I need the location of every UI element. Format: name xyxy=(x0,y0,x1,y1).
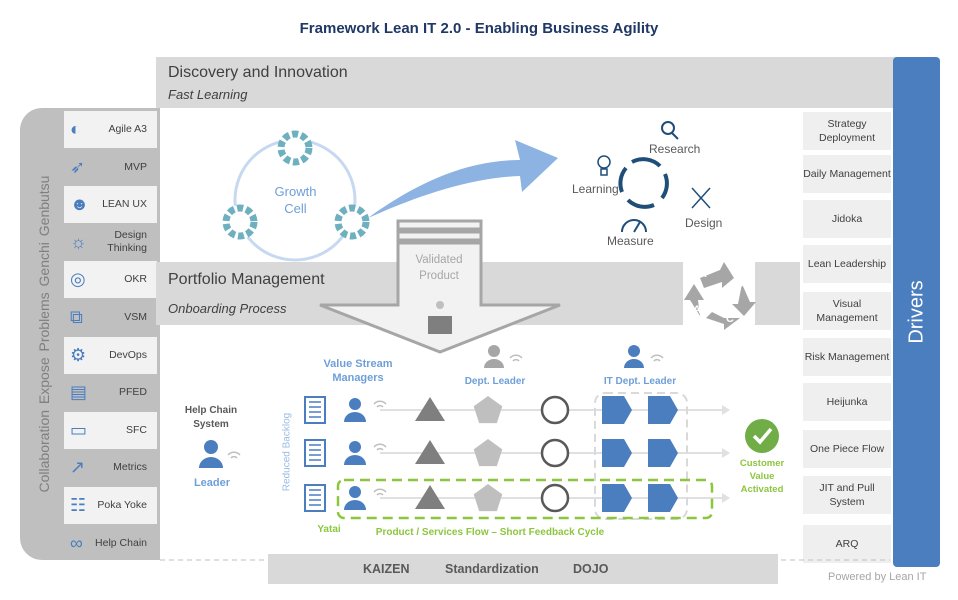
chevron-process-icon xyxy=(602,396,632,424)
wifi-icon xyxy=(373,443,387,451)
it-dept-leader-label: IT Dept. Leader xyxy=(603,376,677,387)
learning-icon xyxy=(597,155,611,176)
pdca-c: C xyxy=(726,313,734,325)
circle-process-icon xyxy=(540,438,570,468)
diagram-graphics xyxy=(160,121,890,584)
chevron-process-icon xyxy=(648,439,678,467)
customer-value-label: Customer Value Activated xyxy=(739,458,785,495)
flow-arrowhead xyxy=(722,448,730,458)
backlog-icon xyxy=(304,484,326,512)
flow-arrowhead xyxy=(722,493,730,503)
chevron-process-icon xyxy=(648,396,678,424)
yatai-label: Yatai xyxy=(317,524,341,535)
chevron-process-icon xyxy=(602,484,632,512)
dept-leader-person-icon xyxy=(484,345,504,368)
validated-product-label: Validated Product xyxy=(415,254,463,282)
manager-person-body xyxy=(344,412,366,422)
wifi-icon xyxy=(373,488,387,496)
vsm-label: Value Stream Managers xyxy=(323,358,393,384)
backlog-icon xyxy=(304,396,326,424)
reduced-backlog-label: Reduced Backlog xyxy=(281,412,293,492)
cycle-arrows-icon xyxy=(618,157,669,209)
leader-person-icon xyxy=(199,440,223,468)
pentagon-process-icon xyxy=(473,439,503,467)
manager-person-icon xyxy=(349,441,361,453)
circle-process-icon xyxy=(540,483,570,513)
dojo-label: DOJO xyxy=(573,562,609,576)
cycle-research: Research xyxy=(649,142,701,156)
standardization-label: Standardization xyxy=(445,562,539,576)
cycle-measure: Measure xyxy=(607,234,654,248)
feedback-cycle-label: Product / Services Flow – Short Feedback… xyxy=(375,527,605,538)
backlog-icon xyxy=(304,439,326,467)
dept-leader-label: Dept. Leader xyxy=(464,376,526,387)
wifi-icon xyxy=(373,400,387,408)
cycle-design: Design xyxy=(685,216,723,230)
help-chain-system-label: Help Chain System xyxy=(184,405,238,430)
pentagon-process-icon xyxy=(473,484,503,512)
chevron-process-icon xyxy=(602,439,632,467)
circle-process-icon xyxy=(540,395,570,425)
manager-person-icon xyxy=(349,486,361,498)
chevron-process-icon xyxy=(648,484,678,512)
cycle-learning: Learning xyxy=(572,182,619,196)
pdca-d: D xyxy=(736,278,744,290)
pentagon-process-icon xyxy=(473,396,503,424)
wifi-icon xyxy=(227,354,664,459)
customer-value-check-icon xyxy=(745,419,779,453)
manager-person-body xyxy=(344,500,366,510)
it-dept-leader-person-icon xyxy=(624,345,644,368)
flow-arrowhead xyxy=(722,405,730,415)
pdca-a: A xyxy=(693,304,701,316)
pdca-p: P xyxy=(704,268,712,280)
powered-by-label: Powered by Lean IT xyxy=(828,571,927,583)
manager-person-icon xyxy=(349,398,361,410)
kaizen-label: KAIZEN xyxy=(363,562,410,576)
growth-arrow xyxy=(368,140,558,218)
growth-cell-label: Growth Cell xyxy=(274,184,317,216)
research-icon xyxy=(661,121,679,140)
leader-label: Leader xyxy=(193,477,231,489)
design-icon xyxy=(691,187,711,209)
measure-icon xyxy=(621,219,647,233)
pdca-cycle-icon xyxy=(684,262,756,330)
manager-person-body xyxy=(344,455,366,465)
